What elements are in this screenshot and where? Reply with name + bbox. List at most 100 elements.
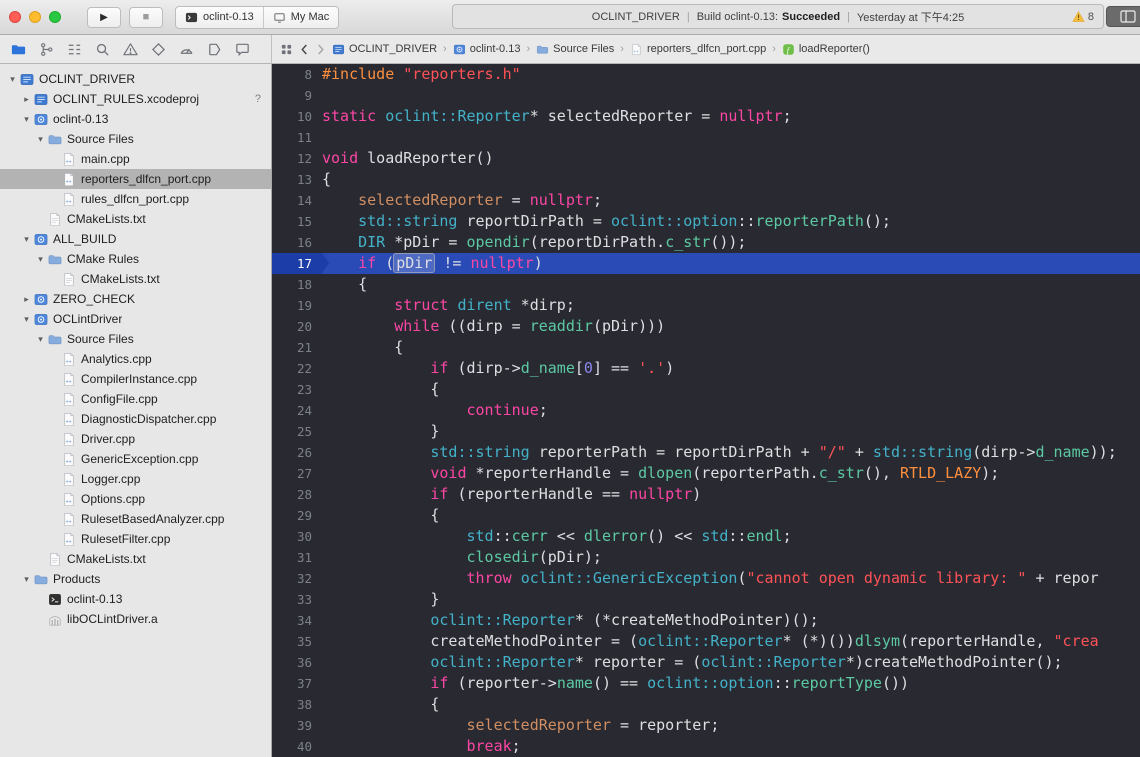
code-line-10[interactable]: 10 static oclint::Reporter* selectedRepor… [272, 106, 1140, 127]
code-line-15[interactable]: 15 std::string reportDirPath = oclint::o… [272, 211, 1140, 232]
code-line-29[interactable]: 29 { [272, 505, 1140, 526]
code-line-27[interactable]: 27 void *reporterHandle = dlopen(reporte… [272, 463, 1140, 484]
disclosure-open-icon[interactable]: ▾ [20, 309, 33, 329]
code-line-21[interactable]: 21 { [272, 337, 1140, 358]
code-line-24[interactable]: 24 continue; [272, 400, 1140, 421]
find-navigator-icon[interactable] [94, 41, 111, 58]
warning-badge[interactable]: 8 [1072, 5, 1094, 28]
issue-navigator-icon[interactable] [122, 41, 139, 58]
scheme-target-segment[interactable]: oclint-0.13 [176, 7, 263, 28]
sidebar-item-cmakelists-txt[interactable]: CMakeLists.txt [0, 209, 271, 229]
related-items-button[interactable] [280, 43, 293, 56]
sidebar-item-label: Source Files [67, 332, 134, 346]
breadcrumb-item-source-files[interactable]: Source Files [536, 43, 614, 56]
disclosure-open-icon[interactable]: ▾ [34, 329, 47, 349]
code-line-33[interactable]: 33 } [272, 589, 1140, 610]
sidebar-item-rulesetfilter-cpp[interactable]: ++ RulesetFilter.cpp [0, 529, 271, 549]
code-line-34[interactable]: 34 oclint::Reporter* (*createMethodPoint… [272, 610, 1140, 631]
sidebar-item-source-files[interactable]: ▾ Source Files [0, 329, 271, 349]
report-navigator-icon[interactable] [234, 41, 251, 58]
sidebar-item-cmake-rules[interactable]: ▾ CMake Rules [0, 249, 271, 269]
disclosure-open-icon[interactable]: ▾ [20, 229, 33, 249]
sidebar-item-cmakelists-txt[interactable]: CMakeLists.txt [0, 549, 271, 569]
code-line-38[interactable]: 38 { [272, 694, 1140, 715]
sidebar-item-compilerinstance-cpp[interactable]: ++ CompilerInstance.cpp [0, 369, 271, 389]
code-line-30[interactable]: 30 std::cerr << dlerror() << std::endl; [272, 526, 1140, 547]
code-line-31[interactable]: 31 closedir(pDir); [272, 547, 1140, 568]
stop-button[interactable]: ■ [129, 6, 163, 28]
code-line-11[interactable]: 11 [272, 127, 1140, 148]
close-button[interactable] [9, 11, 21, 23]
sidebar-item-oclint-driver[interactable]: ▾ OCLINT_DRIVER [0, 69, 271, 89]
sidebar-item-source-files[interactable]: ▾ Source Files [0, 129, 271, 149]
sidebar-item-rulesetbasedanalyzer-cpp[interactable]: ++ RulesetBasedAnalyzer.cpp [0, 509, 271, 529]
disclosure-open-icon[interactable]: ▾ [6, 69, 19, 89]
breadcrumb-item-oclint-0-13[interactable]: oclint-0.13 [453, 43, 520, 56]
code-line-20[interactable]: 20 while ((dirp = readdir(pDir))) [272, 316, 1140, 337]
code-line-8[interactable]: 8 #include "reporters.h" [272, 64, 1140, 85]
code-line-23[interactable]: 23 { [272, 379, 1140, 400]
minimize-button[interactable] [29, 11, 41, 23]
breadcrumb-item-reporters-dlfcn-port-cpp[interactable]: ++ reporters_dlfcn_port.cpp [630, 43, 766, 56]
code-line-9[interactable]: 9 [272, 85, 1140, 106]
sidebar-item-oclintdriver[interactable]: ▾ OCLintDriver [0, 309, 271, 329]
breakpoint-navigator-icon[interactable] [206, 41, 223, 58]
code-line-39[interactable]: 39 selectedReporter = reporter; [272, 715, 1140, 736]
disclosure-open-icon[interactable]: ▾ [20, 109, 33, 129]
sidebar-item-oclint-rules-xcodeproj[interactable]: ▸ OCLINT_RULES.xcodeproj? [0, 89, 271, 109]
sidebar-item-genericexception-cpp[interactable]: ++ GenericException.cpp [0, 449, 271, 469]
code-line-17[interactable]: 17 if (pDir != nullptr) [272, 253, 1140, 274]
breadcrumb-item-loadreporter-[interactable]: f loadReporter() [782, 43, 870, 56]
sidebar-item-diagnosticdispatcher-cpp[interactable]: ++ DiagnosticDispatcher.cpp [0, 409, 271, 429]
sidebar-item-logger-cpp[interactable]: ++ Logger.cpp [0, 469, 271, 489]
sidebar-item-oclint-0-13[interactable]: ▾ oclint-0.13 [0, 109, 271, 129]
sidebar-item-main-cpp[interactable]: ++ main.cpp [0, 149, 271, 169]
zoom-button[interactable] [49, 11, 61, 23]
sidebar-item-oclint-0-13[interactable]: oclint-0.13 [0, 589, 271, 609]
code-line-35[interactable]: 35 createMethodPointer = (oclint::Report… [272, 631, 1140, 652]
symbol-navigator-icon[interactable] [66, 41, 83, 58]
source-control-navigator-icon[interactable] [38, 41, 55, 58]
disclosure-open-icon[interactable]: ▾ [34, 249, 47, 269]
sidebar-item-liboclintdriver-a[interactable]: libOCLintDriver.a [0, 609, 271, 629]
code-line-13[interactable]: 13 { [272, 169, 1140, 190]
code-line-28[interactable]: 28 if (reporterHandle == nullptr) [272, 484, 1140, 505]
code-line-36[interactable]: 36 oclint::Reporter* reporter = (oclint:… [272, 652, 1140, 673]
code-line-26[interactable]: 26 std::string reporterPath = reportDirP… [272, 442, 1140, 463]
disclosure-open-icon[interactable]: ▾ [20, 569, 33, 589]
editor-toggle-button[interactable] [1106, 6, 1140, 27]
code-line-22[interactable]: 22 if (dirp->d_name[0] == '.') [272, 358, 1140, 379]
sidebar-item-products[interactable]: ▾ Products [0, 569, 271, 589]
sidebar-item-options-cpp[interactable]: ++ Options.cpp [0, 489, 271, 509]
forward-button[interactable] [316, 43, 325, 56]
back-button[interactable] [300, 43, 309, 56]
sidebar-item-analytics-cpp[interactable]: ++ Analytics.cpp [0, 349, 271, 369]
disclosure-closed-icon[interactable]: ▸ [20, 89, 33, 109]
sidebar-item-all-build[interactable]: ▾ ALL_BUILD [0, 229, 271, 249]
sidebar-item-rules-dlfcn-port-cpp[interactable]: ++ rules_dlfcn_port.cpp [0, 189, 271, 209]
source-editor[interactable]: 8 #include "reporters.h" 9 10 static oclint:… [272, 64, 1140, 757]
sidebar-item-cmakelists-txt[interactable]: CMakeLists.txt [0, 269, 271, 289]
test-navigator-icon[interactable] [150, 41, 167, 58]
code-line-19[interactable]: 19 struct dirent *dirp; [272, 295, 1140, 316]
code-line-18[interactable]: 18 { [272, 274, 1140, 295]
breadcrumb-item-oclint-driver[interactable]: OCLINT_DRIVER [332, 43, 437, 56]
code-line-37[interactable]: 37 if (reporter->name() == oclint::optio… [272, 673, 1140, 694]
sidebar-item-zero-check[interactable]: ▸ ZERO_CHECK [0, 289, 271, 309]
scheme-destination-segment[interactable]: My Mac [264, 7, 339, 28]
code-line-12[interactable]: 12 void loadReporter() [272, 148, 1140, 169]
code-line-14[interactable]: 14 selectedReporter = nullptr; [272, 190, 1140, 211]
sidebar-item-driver-cpp[interactable]: ++ Driver.cpp [0, 429, 271, 449]
sidebar-item-configfile-cpp[interactable]: ++ ConfigFile.cpp [0, 389, 271, 409]
scheme-selector[interactable]: oclint-0.13 My Mac [175, 5, 340, 29]
run-button[interactable]: ▶ [87, 6, 121, 28]
code-line-40[interactable]: 40 break; [272, 736, 1140, 757]
disclosure-closed-icon[interactable]: ▸ [20, 289, 33, 309]
disclosure-open-icon[interactable]: ▾ [34, 129, 47, 149]
code-line-32[interactable]: 32 throw oclint::GenericException("canno… [272, 568, 1140, 589]
debug-navigator-icon[interactable] [178, 41, 195, 58]
project-navigator-icon[interactable] [10, 41, 27, 58]
code-line-25[interactable]: 25 } [272, 421, 1140, 442]
code-line-16[interactable]: 16 DIR *pDir = opendir(reportDirPath.c_s… [272, 232, 1140, 253]
sidebar-item-reporters-dlfcn-port-cpp[interactable]: ++ reporters_dlfcn_port.cpp [0, 169, 271, 189]
